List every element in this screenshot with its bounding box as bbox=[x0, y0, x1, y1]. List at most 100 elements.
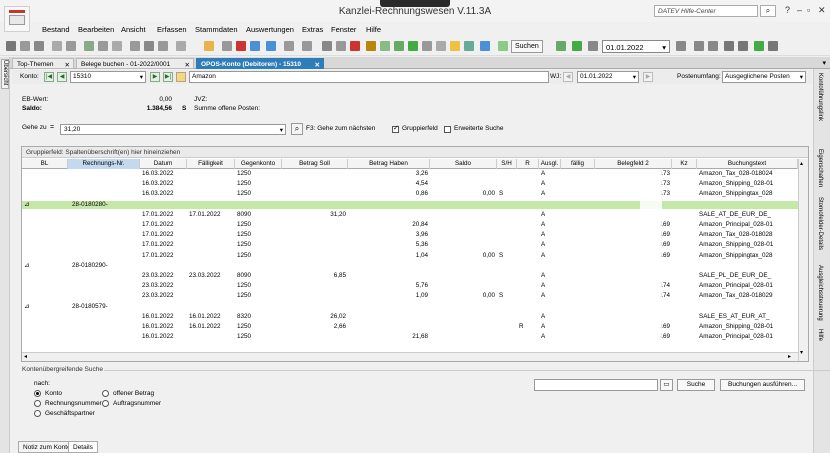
menu-auswertungen[interactable]: Auswertungen bbox=[246, 25, 294, 34]
column-icon[interactable] bbox=[408, 41, 418, 51]
buchungen-ausfuehren-button[interactable]: Buchungen ausführen... bbox=[720, 379, 805, 391]
copy-icon[interactable] bbox=[336, 41, 346, 51]
scroll-up-icon[interactable]: ▴ bbox=[800, 160, 803, 167]
column-header[interactable]: Buchungstext bbox=[697, 159, 798, 169]
table-row[interactable]: 17.01.2022 1250 5,36 A 169 Amazon_Shipping_02… bbox=[22, 241, 798, 250]
help-search-input[interactable]: DATEV Hilfe-Center bbox=[654, 5, 758, 17]
filter-icon[interactable] bbox=[144, 41, 154, 51]
period-date-select[interactable]: 01.01.2022 ▾ bbox=[602, 40, 670, 53]
folder-icon[interactable] bbox=[204, 41, 214, 51]
zoom-icon[interactable] bbox=[498, 41, 508, 51]
info-icon[interactable] bbox=[480, 41, 490, 51]
radio-auftragsnummer[interactable] bbox=[102, 400, 109, 407]
note-icon[interactable] bbox=[450, 41, 460, 51]
column-header[interactable]: R bbox=[517, 159, 539, 169]
expand-icon[interactable]: ⊿ bbox=[24, 262, 29, 270]
radio-konto[interactable] bbox=[34, 390, 41, 397]
help-icon[interactable] bbox=[754, 41, 764, 51]
first-record-button[interactable]: |◀ bbox=[44, 72, 54, 82]
group-row[interactable]: ⊿ 28-0180579- bbox=[22, 302, 798, 311]
next-record-button[interactable]: ▶ bbox=[150, 72, 160, 82]
maximize-icon[interactable]: ▫ bbox=[807, 5, 810, 15]
table-icon[interactable] bbox=[84, 41, 94, 51]
table-row[interactable]: 17.01.2022 1250 20,84 A 169 Amazon_Principal_… bbox=[22, 221, 798, 230]
column-header[interactable]: Gegenkonto bbox=[235, 159, 282, 169]
sidebar-item-hilfe[interactable]: Hilfe bbox=[817, 329, 823, 353]
table-row[interactable]: 23.03.2022 1250 5,76 A 174 Amazon_Principal_0… bbox=[22, 282, 798, 291]
column-icon[interactable] bbox=[394, 41, 404, 51]
wj-prev-button[interactable]: ◀ bbox=[563, 72, 573, 82]
close-icon[interactable]: ✕ bbox=[818, 5, 826, 16]
postenumfang-select[interactable]: Ausgeglichene Posten ▾ bbox=[722, 71, 806, 83]
table-row[interactable]: 16.01.2022 16.01.2022 8320 26,02 A SALE_ES_AT… bbox=[22, 312, 798, 321]
copy-icon[interactable] bbox=[66, 41, 76, 51]
report-icon[interactable] bbox=[176, 41, 186, 51]
table-icon[interactable] bbox=[98, 41, 108, 51]
list-icon[interactable] bbox=[20, 41, 30, 51]
minimize-icon[interactable]: – bbox=[797, 5, 802, 15]
menu-erfassen[interactable]: Erfassen bbox=[157, 25, 187, 34]
filter-icon[interactable] bbox=[158, 41, 168, 51]
grid-icon[interactable] bbox=[302, 41, 312, 51]
prev-record-button[interactable]: ◀ bbox=[57, 72, 67, 82]
settings-icon[interactable] bbox=[34, 41, 44, 51]
book-icon[interactable] bbox=[708, 41, 718, 51]
table-row[interactable]: 23.03.2022 23.03.2022 8090 6,85 A SALE_PL_DE_… bbox=[22, 272, 798, 281]
expand-icon[interactable]: ⊿ bbox=[24, 303, 29, 311]
tab-belege-buchen[interactable]: Belege buchen - 01-2022/0001 ✕ bbox=[76, 58, 194, 69]
filter-icon[interactable] bbox=[130, 41, 140, 51]
calculator-icon[interactable] bbox=[676, 41, 686, 51]
document-icon[interactable] bbox=[588, 41, 598, 51]
column-header[interactable]: Rechnungs-Nr. bbox=[68, 159, 140, 169]
scroll-down-icon[interactable]: ▾ bbox=[800, 349, 803, 356]
table-row[interactable]: 16.01.2022 16.01.2022 1250 2,66 R A 169 Amazon_… bbox=[22, 323, 798, 332]
wj-date-select[interactable]: 01.01.2022 ▾ bbox=[577, 71, 639, 83]
cross-search-input[interactable] bbox=[534, 379, 658, 391]
menu-hilfe[interactable]: Hilfe bbox=[366, 25, 381, 34]
scroll-left-icon[interactable]: ◂ bbox=[24, 353, 27, 360]
konto-number-input[interactable]: 15310 ▾ bbox=[70, 71, 146, 83]
tab-details[interactable]: Details bbox=[68, 441, 98, 453]
cut-icon[interactable] bbox=[322, 41, 332, 51]
wj-next-button[interactable]: ▶ bbox=[643, 72, 653, 82]
expand-icon[interactable]: ⊿ bbox=[24, 201, 29, 209]
menu-ansicht[interactable]: Ansicht bbox=[121, 25, 146, 34]
tab-top-themen[interactable]: Top-Themen ✕ bbox=[12, 58, 74, 69]
close-icon[interactable]: ✕ bbox=[65, 61, 70, 69]
column-header[interactable]: BL bbox=[22, 159, 68, 169]
menu-bearbeiten[interactable]: Bearbeiten bbox=[78, 25, 114, 34]
scroll-right-icon[interactable]: ▸ bbox=[788, 353, 791, 360]
settings-icon[interactable] bbox=[436, 41, 446, 51]
bookmark-icon[interactable] bbox=[464, 41, 474, 51]
vertical-scrollbar[interactable]: ▴ ▾ bbox=[798, 159, 808, 361]
help-icon[interactable]: ? bbox=[785, 5, 790, 15]
pdf-icon[interactable] bbox=[236, 41, 246, 51]
sidebar-item-stornofelder[interactable]: Stornofelder-Details bbox=[817, 197, 823, 261]
folder-icon[interactable] bbox=[176, 72, 186, 82]
group-drop-zone[interactable]: Gruppierfeld: Spaltenüberschrift(en) hie… bbox=[22, 147, 808, 158]
table-icon[interactable] bbox=[112, 41, 122, 51]
search-button[interactable]: Suchen bbox=[511, 40, 543, 53]
column-header[interactable]: Belegfeld 2 bbox=[595, 159, 672, 169]
window-icon[interactable] bbox=[724, 41, 734, 51]
search-icon[interactable]: ⌕ bbox=[760, 5, 776, 17]
last-record-button[interactable]: ▶| bbox=[163, 72, 173, 82]
column-header[interactable]: Betrag Haben bbox=[348, 159, 430, 169]
column-header[interactable]: Saldo bbox=[430, 159, 497, 169]
print-icon[interactable] bbox=[52, 41, 62, 51]
horizontal-scrollbar[interactable]: ◂ ▸ bbox=[22, 352, 798, 361]
compare-operator[interactable]: = bbox=[50, 124, 54, 131]
suche-button[interactable]: Suche bbox=[677, 379, 715, 391]
arrow-icon[interactable] bbox=[266, 41, 276, 51]
column-header[interactable]: fällig bbox=[561, 159, 595, 169]
window-icon[interactable] bbox=[738, 41, 748, 51]
erweiterte-suche-checkbox[interactable] bbox=[444, 126, 451, 133]
gruppierfeld-checkbox[interactable] bbox=[392, 124, 399, 133]
menu-stammdaten[interactable]: Stammdaten bbox=[195, 25, 238, 34]
sidebar-item-eigenschaften[interactable]: Eigenschaften bbox=[817, 149, 823, 193]
column-header[interactable]: S/H bbox=[497, 159, 517, 169]
menu-fenster[interactable]: Fenster bbox=[331, 25, 356, 34]
grid-icon[interactable] bbox=[284, 41, 294, 51]
table-row[interactable]: 17.01.2022 1250 3,96 A 169 Amazon_Tax_028-018… bbox=[22, 231, 798, 240]
calendar-icon[interactable]: ▭ bbox=[660, 379, 673, 391]
